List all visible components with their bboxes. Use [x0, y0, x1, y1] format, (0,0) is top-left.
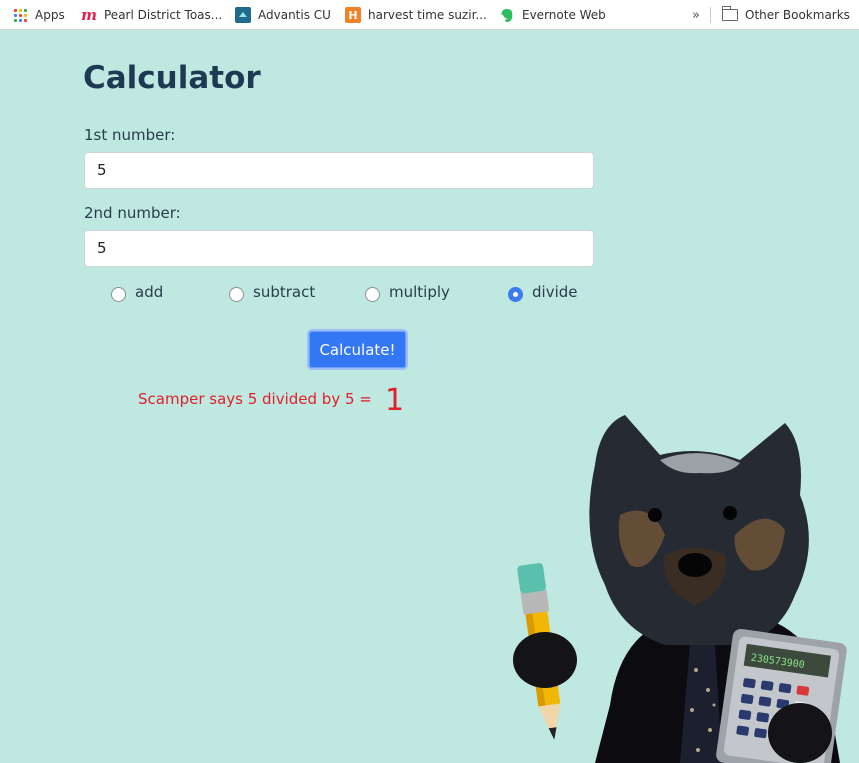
dog-paw-right — [768, 703, 832, 763]
bookmarks-divider — [710, 7, 711, 23]
radio-label: multiply — [389, 283, 450, 301]
first-number-label: 1st number: — [84, 126, 176, 144]
bookmark-other[interactable]: Other Bookmarks — [721, 0, 850, 30]
bookmark-label: Pearl District Toas... — [104, 8, 223, 22]
radio-divide[interactable]: divide — [508, 281, 577, 303]
radio-label: subtract — [253, 283, 316, 301]
bookmark-apps[interactable]: Apps — [12, 0, 65, 30]
second-number-label: 2nd number: — [84, 204, 181, 222]
radio-label: divide — [532, 283, 578, 301]
calculate-button[interactable]: Calculate! — [307, 329, 408, 370]
bookmarks-bar: Apps m Pearl District Toas... Advantis C… — [0, 0, 859, 30]
folder-icon — [721, 6, 738, 23]
dog-eye-right — [723, 506, 737, 520]
second-number-input[interactable]: 5 — [84, 230, 594, 267]
bookmark-label: Other Bookmarks — [745, 8, 850, 22]
bookmark-harvest[interactable]: H harvest time suzir... — [345, 0, 487, 30]
result-text: Scamper says 5 divided by 5 = — [138, 390, 372, 408]
page-title: Calculator — [83, 60, 261, 96]
bookmark-label: Advantis CU — [258, 8, 331, 22]
bookmark-advantis[interactable]: Advantis CU — [235, 0, 331, 30]
radio-label: add — [135, 283, 164, 301]
meetup-icon: m — [81, 6, 97, 24]
evernote-icon — [499, 7, 515, 23]
radio-subtract[interactable]: subtract — [229, 281, 315, 303]
harvest-icon: H — [345, 7, 361, 23]
bookmark-pearl-district[interactable]: m Pearl District Toas... — [81, 0, 222, 30]
dog-paw-left — [513, 632, 577, 688]
first-number-input[interactable]: 5 — [84, 152, 594, 189]
radio-button[interactable] — [365, 286, 380, 302]
apps-grid-icon — [12, 7, 28, 23]
mascot-dog-illustration: 230573900 — [513, 415, 847, 763]
advantis-icon — [235, 7, 251, 23]
result-value: 1 — [385, 383, 405, 418]
radio-button[interactable] — [229, 286, 244, 302]
bookmark-evernote[interactable]: Evernote Web — [499, 0, 606, 30]
radio-button-checked[interactable] — [508, 286, 523, 302]
dog-nose — [678, 553, 712, 577]
bookmark-label: harvest time suzir... — [368, 8, 487, 22]
bookmarks-overflow-chevron[interactable]: » — [692, 0, 700, 30]
radio-add[interactable]: add — [111, 281, 163, 303]
bookmark-label: Apps — [35, 8, 65, 22]
bookmark-label: Evernote Web — [522, 8, 606, 22]
dog-eye-left — [648, 508, 662, 522]
radio-button[interactable] — [111, 286, 126, 302]
radio-multiply[interactable]: multiply — [365, 281, 450, 303]
